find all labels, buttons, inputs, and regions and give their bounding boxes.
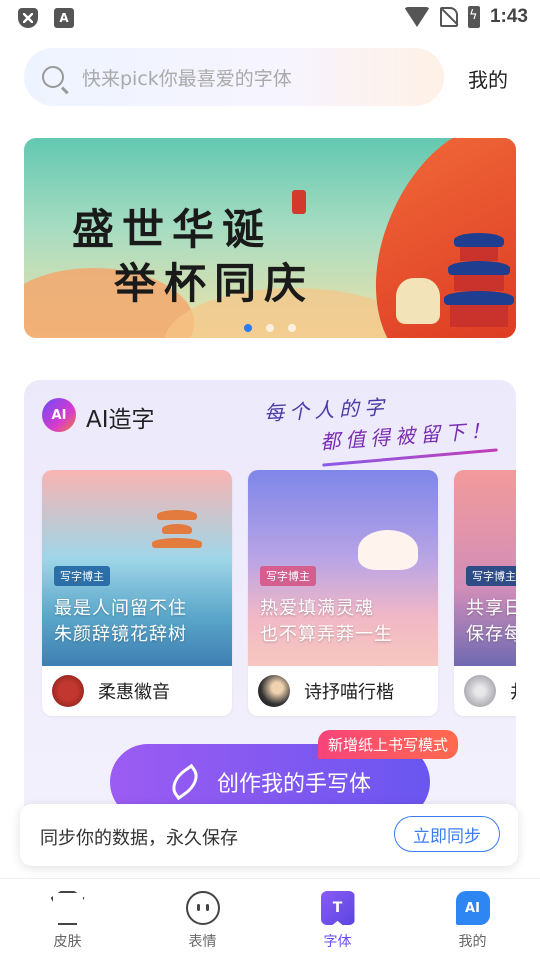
sync-banner: 同步你的数据，永久保存 立即同步 xyxy=(20,804,518,866)
tab-label: 表情 xyxy=(188,934,217,950)
banner-seal xyxy=(292,190,306,214)
sync-message: 同步你的数据，永久保存 xyxy=(40,828,238,849)
feather-icon xyxy=(165,763,205,801)
pagoda-illustration xyxy=(152,510,202,570)
new-feature-badge: 新增纸上书写模式 xyxy=(318,730,459,759)
tab-font[interactable]: T 字体 xyxy=(270,879,405,960)
font-card-text-line1: 最是人间留不住 xyxy=(54,598,187,619)
font-card-text-line2: 朱颜辞镜花辞树 xyxy=(54,624,187,645)
status-bar: A 1:43 xyxy=(0,0,540,36)
bottom-tab-bar: 皮肤 表情 T 字体 AI 我的 xyxy=(0,878,540,960)
tab-label: 皮肤 xyxy=(53,934,82,950)
ai-badge-icon: AI xyxy=(42,398,76,432)
avatar xyxy=(258,675,290,707)
tab-label: 字体 xyxy=(323,934,352,950)
status-time: 1:43 xyxy=(489,6,528,27)
banner-lion xyxy=(396,278,440,324)
font-card-text-line2: 也不算弄莽一生 xyxy=(260,624,393,645)
font-card-image: 写字博主 最是人间留不住 朱颜辞镜花辞树 xyxy=(42,470,232,666)
font-card[interactable]: 写字博主 热爱填满灵魂 也不算弄莽一生 诗抒喵行楷 xyxy=(248,470,438,716)
ai-slogan-line1: 每个人的字 xyxy=(263,394,390,426)
shield-icon xyxy=(18,8,38,28)
tab-skin[interactable]: 皮肤 xyxy=(0,879,135,960)
ai-icon: AI xyxy=(455,891,490,925)
avatar xyxy=(464,675,496,707)
no-sim-icon xyxy=(439,7,458,27)
cat-illustration xyxy=(358,530,418,570)
shirt-icon xyxy=(50,891,85,925)
font-card-author: 柔惠徽音 xyxy=(98,682,170,703)
create-button-label: 创作我的手写体 xyxy=(216,772,371,797)
font-card-tag: 写字博主 xyxy=(466,566,516,586)
font-card-image: 写字博主 共享日 保存每 xyxy=(454,470,516,666)
font-card-tag: 写字博主 xyxy=(54,566,110,586)
banner-title-line1: 盛世华诞 xyxy=(72,205,273,254)
font-card[interactable]: 写字博主 最是人间留不住 朱颜辞镜花辞树 柔惠徽音 xyxy=(42,470,232,716)
carousel-dot[interactable] xyxy=(288,324,296,332)
font-card[interactable]: 写字博主 共享日 保存每 井 xyxy=(454,470,516,716)
banner-title-line2: 举杯同庆 xyxy=(114,259,315,308)
font-card-tag: 写字博主 xyxy=(260,566,316,586)
search-bar[interactable]: 快来pick你最喜爱的字体 xyxy=(24,48,444,106)
tab-mine[interactable]: AI 我的 xyxy=(405,879,540,960)
search-icon xyxy=(42,66,64,88)
carousel-dot-active[interactable] xyxy=(244,324,252,332)
font-card-author: 井 xyxy=(510,678,516,704)
tab-emoji[interactable]: 表情 xyxy=(135,879,270,960)
tab-label: 我的 xyxy=(458,934,487,950)
banner-carousel[interactable]: 盛世华诞 举杯同庆 xyxy=(24,138,516,338)
accessibility-icon: A xyxy=(54,8,74,28)
font-icon: T xyxy=(320,891,355,925)
font-card-text-line1: 热爱填满灵魂 xyxy=(260,598,374,619)
ai-section-title: AI造字 xyxy=(86,407,155,433)
font-card-author: 诗抒喵行楷 xyxy=(304,682,394,703)
avatar xyxy=(52,675,84,707)
font-card-text-line2: 保存每 xyxy=(466,624,516,645)
ai-font-section: AI AI造字 每个人的字 都值得被留下！ 写字博主 最是人间留不住 朱颜辞镜花… xyxy=(24,380,516,850)
search-placeholder: 快来pick你最喜爱的字体 xyxy=(82,67,292,90)
battery-icon xyxy=(467,6,480,28)
face-icon xyxy=(185,891,220,925)
wifi-icon xyxy=(403,7,430,27)
me-link[interactable]: 我的 xyxy=(468,64,508,93)
font-card-image: 写字博主 热爱填满灵魂 也不算弄莽一生 xyxy=(248,470,438,666)
sync-now-button[interactable]: 立即同步 xyxy=(394,816,500,852)
font-card-rail[interactable]: 写字博主 最是人间留不住 朱颜辞镜花辞树 柔惠徽音 写字博主 热爱填满灵魂 也不… xyxy=(42,470,516,720)
font-card-text-line1: 共享日 xyxy=(466,598,516,619)
carousel-dots xyxy=(24,324,516,332)
banner-temple xyxy=(444,233,514,328)
carousel-dot[interactable] xyxy=(266,324,274,332)
